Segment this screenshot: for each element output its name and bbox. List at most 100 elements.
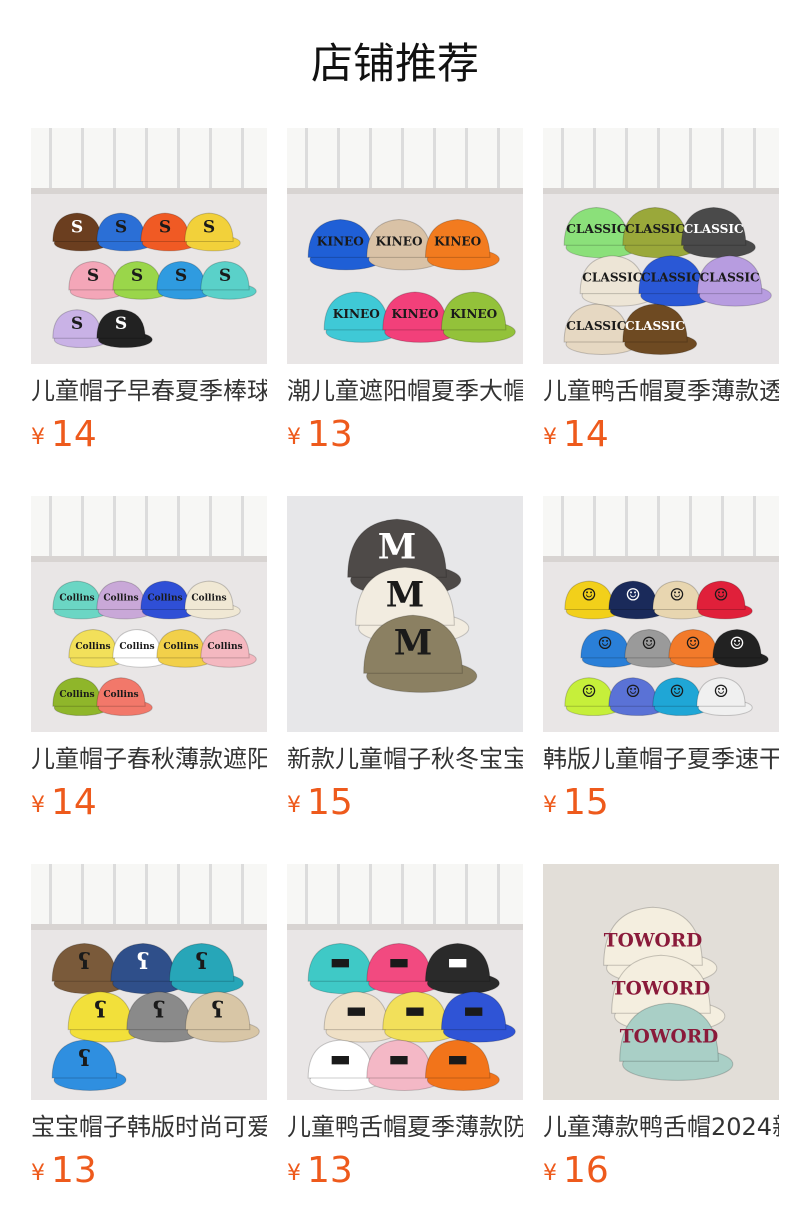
product-name[interactable]: 儿童鸭舌帽夏季薄款透气: [543, 374, 779, 408]
product-card[interactable]: ʕʕʕʕʕʕʕ 宝宝帽子韩版时尚可爱小熊 ¥13: [31, 864, 267, 1232]
product-name[interactable]: 儿童帽子春秋薄款遮阳帽: [31, 742, 267, 776]
product-card[interactable]: ▬ ▬ ▬ ▬ ▬ ▬ ▬ ▬ ▬ 儿童鸭舌帽夏季薄款防晒 ¥13: [287, 864, 523, 1232]
product-card[interactable]: KINEO KINEO KINEO KINEO KINEO KINEO 潮儿童遮阳帽夏季大帽…: [287, 128, 523, 496]
currency-symbol: ¥: [287, 793, 301, 818]
product-image[interactable]: Collins Collins Collins Collins Collins Colli…: [31, 496, 267, 732]
price-amount: 13: [307, 1150, 353, 1191]
price-amount: 13: [51, 1150, 97, 1191]
product-price: ¥15: [543, 780, 609, 826]
product-image[interactable]: ▬ ▬ ▬ ▬ ▬ ▬ ▬ ▬ ▬: [287, 864, 523, 1100]
svg-text:▬: ▬: [447, 1046, 468, 1072]
svg-text:▬: ▬: [447, 949, 468, 975]
svg-text:Collins: Collins: [59, 592, 94, 603]
product-card[interactable]: CLASSIC CLASSIC CLASSIC CLASSIC CLASSIC CLASS…: [543, 128, 779, 496]
product-name[interactable]: 韩版儿童帽子夏季速干渔夫帽: [543, 742, 779, 776]
product-name[interactable]: 宝宝帽子韩版时尚可爱小熊: [31, 1110, 267, 1144]
svg-text:S: S: [203, 217, 215, 237]
currency-symbol: ¥: [543, 793, 557, 818]
svg-text:S: S: [87, 266, 99, 286]
svg-text:S: S: [71, 314, 83, 334]
svg-text:▬: ▬: [388, 949, 409, 975]
svg-text:CLASSIC: CLASSIC: [566, 319, 626, 333]
svg-text:CLASSIC: CLASSIC: [625, 222, 685, 236]
svg-text:KINEO: KINEO: [434, 234, 481, 248]
price-amount: 15: [307, 782, 353, 823]
svg-text:S: S: [71, 217, 83, 237]
svg-text:☺: ☺: [625, 585, 640, 605]
product-card[interactable]: S S S S S S S S S S 儿童帽子早春夏季棒球帽 ¥14: [31, 128, 267, 496]
price-amount: 13: [307, 414, 353, 455]
product-card[interactable]: MMM 新款儿童帽子秋冬宝宝棒球帽 ¥15: [287, 496, 523, 864]
currency-symbol: ¥: [31, 425, 45, 450]
product-image[interactable]: KINEO KINEO KINEO KINEO KINEO KINEO: [287, 128, 523, 364]
svg-text:ʕ: ʕ: [137, 949, 150, 975]
product-image[interactable]: CLASSIC CLASSIC CLASSIC CLASSIC CLASSIC CLASS…: [543, 128, 779, 364]
svg-text:ʕ: ʕ: [78, 1046, 91, 1072]
product-price: ¥13: [287, 1148, 353, 1194]
product-card[interactable]: TOWORD TOWORD TOWORD 儿童薄款鸭舌帽2024新款 ¥16: [543, 864, 779, 1232]
svg-text:Collins: Collins: [207, 641, 242, 652]
page-title: 店铺推荐: [310, 39, 479, 88]
svg-text:S: S: [115, 217, 127, 237]
price-amount: 14: [51, 782, 97, 823]
svg-text:KINEO: KINEO: [375, 234, 422, 248]
svg-text:ʕ: ʕ: [211, 998, 224, 1024]
product-name[interactable]: 潮儿童遮阳帽夏季大帽檐: [287, 374, 523, 408]
product-image[interactable]: ☺ ☺ ☺ ☺ ☺ ☺ ☺ ☺ ☺ ☺ ☺ ☺: [543, 496, 779, 732]
product-name[interactable]: 新款儿童帽子秋冬宝宝棒球帽: [287, 742, 523, 776]
svg-text:KINEO: KINEO: [317, 234, 364, 248]
svg-text:ʕ: ʕ: [153, 998, 166, 1024]
product-price: ¥14: [31, 412, 97, 458]
svg-text:TOWORD: TOWORD: [612, 979, 710, 1000]
product-card[interactable]: Collins Collins Collins Collins Collins Colli…: [31, 496, 267, 864]
svg-text:☺: ☺: [581, 682, 596, 702]
svg-text:Collins: Collins: [191, 592, 226, 603]
currency-symbol: ¥: [31, 1161, 45, 1186]
product-image[interactable]: MMM: [287, 496, 523, 732]
svg-text:▬: ▬: [388, 1046, 409, 1072]
svg-text:KINEO: KINEO: [333, 307, 380, 321]
svg-text:☺: ☺: [625, 682, 640, 702]
svg-text:Collins: Collins: [163, 641, 198, 652]
product-price: ¥13: [31, 1148, 97, 1194]
svg-text:☺: ☺: [685, 634, 700, 654]
svg-text:CLASSIC: CLASSIC: [582, 271, 642, 285]
svg-text:KINEO: KINEO: [450, 307, 497, 321]
product-card[interactable]: ☺ ☺ ☺ ☺ ☺ ☺ ☺ ☺ ☺ ☺ ☺ ☺ 韩版儿童帽子夏季速干渔夫帽 ¥15: [543, 496, 779, 864]
product-price: ¥15: [287, 780, 353, 826]
svg-text:CLASSIC: CLASSIC: [684, 222, 744, 236]
svg-text:☺: ☺: [597, 634, 612, 654]
product-image[interactable]: TOWORD TOWORD TOWORD: [543, 864, 779, 1100]
currency-symbol: ¥: [543, 1161, 557, 1186]
currency-symbol: ¥: [543, 425, 557, 450]
svg-text:Collins: Collins: [119, 641, 154, 652]
svg-text:Collins: Collins: [103, 689, 138, 700]
currency-symbol: ¥: [287, 1161, 301, 1186]
svg-text:▬: ▬: [330, 949, 351, 975]
product-price: ¥16: [543, 1148, 609, 1194]
svg-text:Collins: Collins: [103, 592, 138, 603]
price-amount: 14: [51, 414, 97, 455]
price-amount: 16: [563, 1150, 609, 1191]
svg-text:☺: ☺: [713, 585, 728, 605]
svg-text:Collins: Collins: [75, 641, 110, 652]
product-name[interactable]: 儿童鸭舌帽夏季薄款防晒: [287, 1110, 523, 1144]
svg-text:▬: ▬: [346, 998, 367, 1024]
svg-text:▬: ▬: [463, 998, 484, 1024]
svg-text:S: S: [175, 266, 187, 286]
svg-text:☺: ☺: [641, 634, 656, 654]
svg-text:CLASSIC: CLASSIC: [700, 271, 760, 285]
product-name[interactable]: 儿童薄款鸭舌帽2024新款: [543, 1110, 779, 1144]
svg-text:M: M: [378, 527, 417, 568]
svg-text:ʕ: ʕ: [78, 949, 91, 975]
price-amount: 15: [563, 782, 609, 823]
product-name[interactable]: 儿童帽子早春夏季棒球帽: [31, 374, 267, 408]
product-image[interactable]: ʕʕʕʕʕʕʕ: [31, 864, 267, 1100]
product-price: ¥14: [543, 412, 609, 458]
svg-text:☺: ☺: [669, 585, 684, 605]
product-grid: SSSSSSSSSS儿童帽子早春夏季棒球帽¥14KINEOKINEOKINEOK…: [31, 128, 790, 1232]
svg-text:TOWORD: TOWORD: [620, 1027, 718, 1048]
product-price: ¥14: [31, 780, 97, 826]
svg-text:S: S: [131, 266, 143, 286]
product-image[interactable]: S S S S S S S S S S: [31, 128, 267, 364]
